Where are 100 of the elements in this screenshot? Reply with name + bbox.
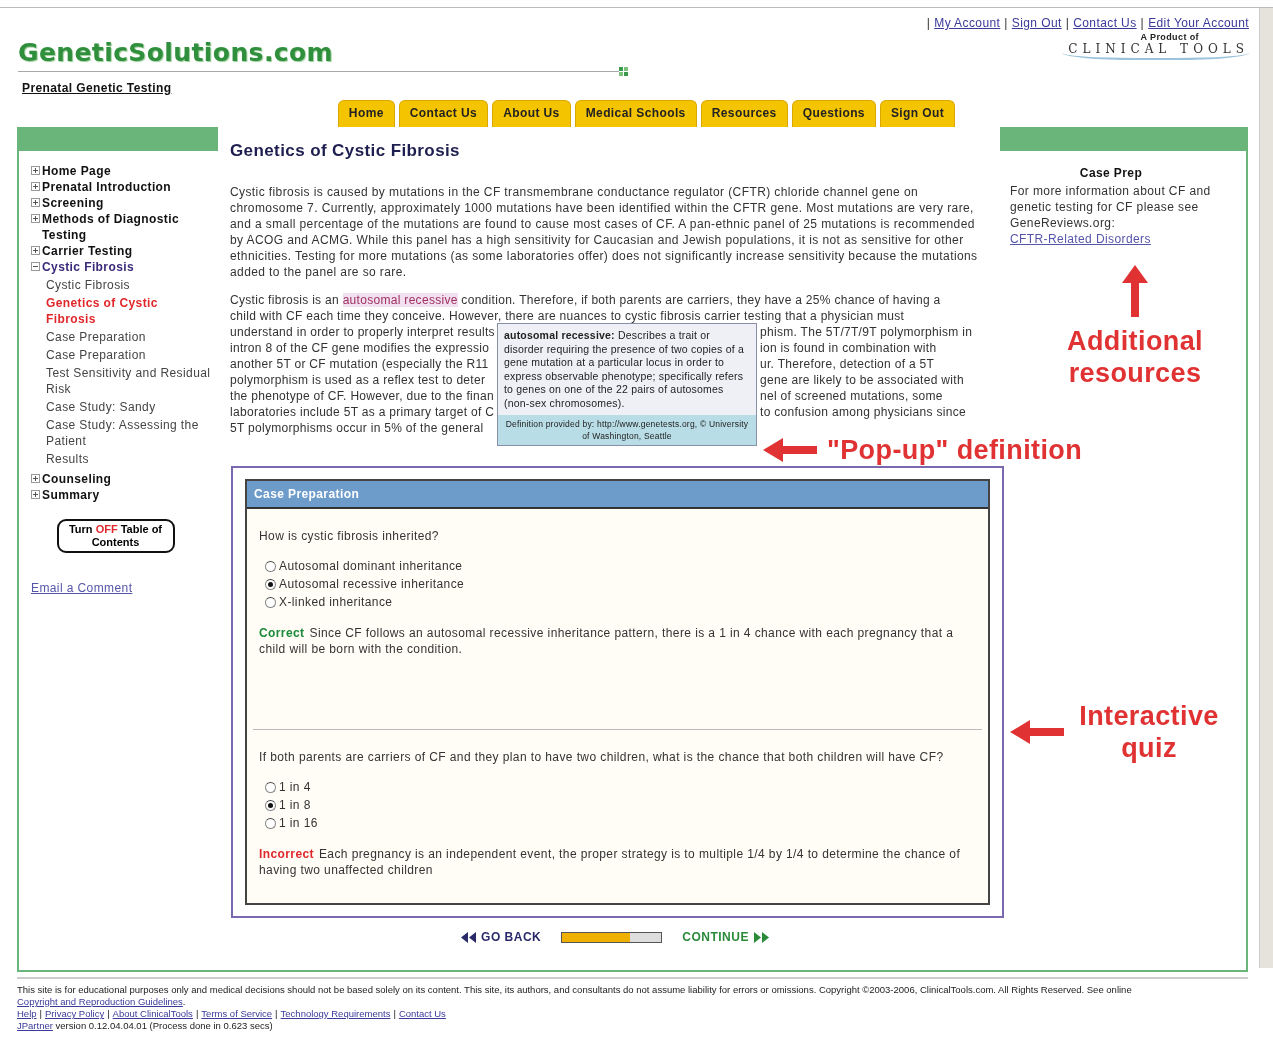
toc-item[interactable]: Summary [42, 487, 100, 503]
article-title: Genetics of Cystic Fibrosis [230, 141, 461, 161]
paragraph-fragment: laboratories include 5T as a primary target of C [230, 404, 496, 420]
radio-button[interactable] [265, 799, 276, 811]
toc-item[interactable]: Counseling [42, 471, 112, 487]
definition-source: Definition provided by: http://www.genetests.org, © University of Washington, Seattle [498, 415, 756, 445]
separator: | [107, 1008, 110, 1020]
paragraph-fragment: gene are likely to be associated with [760, 372, 964, 388]
toc-item[interactable]: Methods of Diagnostic Testing [42, 211, 212, 243]
annotation-label: Additional resources [1066, 325, 1204, 389]
toc-subitem[interactable]: Case Study: Sandy [46, 399, 211, 415]
toc-subitem[interactable]: Cystic Fibrosis [46, 277, 211, 293]
toc-item[interactable]: Carrier Testing [42, 243, 133, 259]
site-subtitle: Prenatal Genetic Testing [22, 81, 173, 95]
footer-link[interactable]: Technology Requirements [280, 1008, 391, 1020]
continue-link[interactable]: CONTINUE [682, 930, 769, 944]
footer-link[interactable]: Terms of Service [201, 1008, 273, 1020]
separator: | [275, 1008, 278, 1020]
toc-item[interactable]: Prenatal Introduction [42, 179, 172, 195]
paragraph-fragment: Cystic fibrosis is an autosomal recessive condition. Therefore, if both parents are carriers, they have a 25% chance of having a [230, 292, 941, 308]
toc-subitem[interactable]: Case Study: Assessing the Patient [46, 417, 211, 449]
quiz-title: Case Preparation [247, 481, 988, 509]
annotation-label: Interactive quiz [1078, 700, 1220, 764]
paragraph-fragment: ion is found in combination with [760, 340, 937, 356]
footer-link[interactable]: Help [17, 1008, 37, 1020]
radio-button[interactable] [265, 781, 276, 793]
toc-subitem[interactable]: Case Preparation [46, 347, 211, 363]
expand-icon[interactable] [31, 474, 40, 483]
question-text: If both parents are carriers of CF and they plan to have two children, what is the chance that both children will have CF? [259, 750, 945, 764]
top-link[interactable]: My Account [934, 16, 1001, 30]
option-label[interactable]: Autosomal dominant inheritance [279, 557, 463, 575]
paragraph-fragment: nel of screened mutations, some [760, 388, 943, 404]
collapse-icon[interactable] [31, 262, 40, 271]
separator: | [1004, 16, 1008, 30]
nav-tab[interactable]: About Us [492, 100, 571, 127]
footer-link[interactable]: Contact Us [398, 1008, 446, 1020]
toc-subitem[interactable]: Genetics of Cystic Fibrosis [46, 295, 211, 327]
toc-subitem[interactable]: Test Sensitivity and Residual Risk [46, 365, 211, 397]
footer-link[interactable]: About ClinicalTools [112, 1008, 193, 1020]
scrollbar[interactable] [1259, 8, 1273, 968]
separator: | [39, 1008, 42, 1020]
toc-subitem[interactable]: Case Preparation [46, 329, 211, 345]
expand-icon[interactable] [31, 490, 40, 499]
separator: | [393, 1008, 396, 1020]
toc-item[interactable]: Cystic Fibrosis [42, 259, 135, 275]
radio-button[interactable] [265, 560, 276, 572]
expand-icon[interactable] [31, 246, 40, 255]
separator: | [926, 16, 931, 30]
option-label[interactable]: X-linked inheritance [279, 593, 393, 611]
nav-tab[interactable]: Home [337, 100, 395, 127]
radio-button[interactable] [265, 578, 276, 590]
question-text: How is cystic fibrosis inherited? [259, 529, 440, 543]
option-label[interactable]: Autosomal recessive inheritance [279, 575, 465, 593]
paragraph-fragment: the phenotype of CF. However, due to the finan [230, 388, 495, 404]
separator: | [195, 1008, 199, 1020]
footer-link[interactable]: Copyright and Reproduction Guidelines [17, 996, 183, 1007]
paragraph-fragment: child with CF each time they conceive. However, there are nuances to cystic fibrosis carrier testing that a physician must [230, 308, 905, 324]
nav-tab[interactable]: Resources [700, 100, 788, 127]
paragraph-fragment: phism. The 5T/7T/9T polymorphism in [760, 324, 973, 340]
option-label[interactable]: 1 in 4 [279, 778, 311, 796]
partner-caption: A Product of [1140, 32, 1199, 42]
radio-button[interactable] [265, 596, 276, 608]
panel-text: For more information about CF and genetic testing for CF please see GeneReviews.org: CFTR-Related Disorders [1010, 184, 1211, 246]
radio-button[interactable] [265, 817, 276, 829]
version-text: JPartner version 0.12.04.04.01 (Process done in 0.623 secs) [17, 1020, 274, 1032]
toc-item[interactable]: Screening [42, 195, 104, 211]
squares-icon [619, 67, 628, 76]
site-logo[interactable]: GeneticSolutions.com [18, 38, 628, 67]
toc-item[interactable]: Home Page [42, 163, 111, 179]
disclaimer-text: This site is for educational purposes only and medical decisions should not be based solely on its content. This site, its authors, and consultants do not assume liability for errors or omissions. Copyright ©2003-2006, ClinicalTools.com. All Rights Reserved. See online Copyright and Reproduction Guidelines. [17, 984, 1133, 1008]
email-link[interactable]: Email a Comment [31, 581, 218, 595]
option-label[interactable]: 1 in 8 [279, 796, 311, 814]
toc-toggle-button[interactable]: Turn OFF Table of Contents [56, 519, 175, 553]
rewind-icon [461, 931, 478, 943]
nav-tab[interactable]: Questions [791, 100, 876, 127]
nav-tab[interactable]: Contact Us [398, 100, 489, 127]
partner-logo[interactable]: CLINICAL TOOLS [1062, 42, 1249, 60]
panel-title: Case Prep [1078, 165, 1144, 181]
feedback-text: Correct Since CF follows an autosomal recessive inheritance pattern, there is a 1 in 4 chance with each pregnancy that a child will be born with the condition. [259, 625, 955, 657]
go-back-link[interactable]: GO BACK [461, 930, 542, 944]
expand-icon[interactable] [31, 166, 40, 175]
toc-subitem[interactable]: Results [46, 451, 211, 467]
paragraph-fragment: 5T polymorphisms occur in 5% of the general [230, 420, 484, 436]
paragraph-fragment: polymorphism is used as a reflex test to deter [230, 372, 487, 388]
footer-link[interactable]: JPartner [17, 1020, 53, 1031]
option-label[interactable]: 1 in 16 [279, 814, 318, 832]
top-link[interactable]: Sign Out [1011, 16, 1062, 30]
nav-tab[interactable]: Sign Out [879, 100, 956, 127]
expand-icon[interactable] [31, 182, 40, 191]
nav-tab[interactable]: Medical Schools [574, 100, 697, 127]
top-link[interactable]: Edit Your Account [1148, 16, 1249, 30]
feedback-text: Incorrect Each pregnancy is an independent event, the proper strategy is to multiple 1/4 by 1/4 to determine the chance of having two unaffected children [259, 846, 962, 878]
top-link[interactable]: Contact Us [1073, 16, 1137, 30]
footer-link[interactable]: Privacy Policy [45, 1008, 105, 1020]
expand-icon[interactable] [31, 198, 40, 207]
resource-link[interactable]: CFTR-Related Disorders [1010, 232, 1151, 246]
paragraph-fragment: another 5T or CF mutation (especially the R11 [230, 356, 490, 372]
expand-icon[interactable] [31, 214, 40, 223]
paragraph-fragment: to confusion among physicians since [760, 404, 966, 420]
definition-text: autosomal recessive: Describes a trait or disorder requiring the presence of two copies of a gene mutation at a particular locus in order to express observable phenotype; specifically refers to genes on one of the 22 pairs of autosomes (non-sex chromosomes). [503, 328, 745, 411]
